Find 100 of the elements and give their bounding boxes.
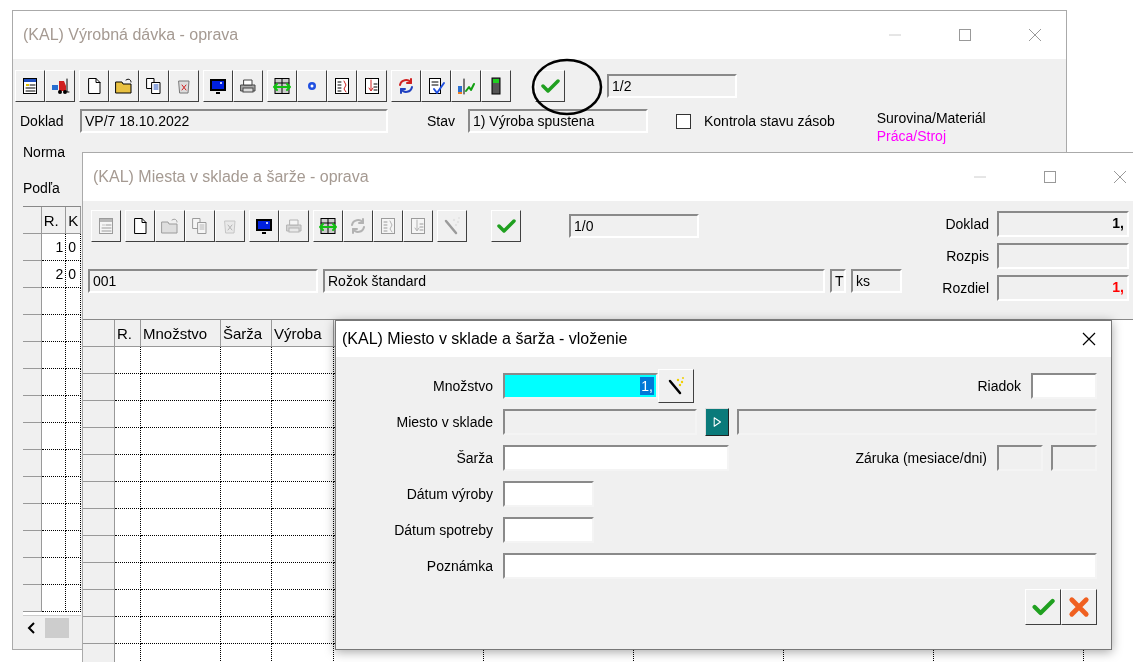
column-header[interactable]: Množstvo bbox=[141, 320, 221, 347]
table-cell bbox=[41, 423, 67, 450]
table-cell bbox=[221, 455, 272, 482]
toolbar-button[interactable] bbox=[421, 70, 451, 102]
toolbar-button[interactable] bbox=[139, 70, 169, 102]
toolbar-button[interactable] bbox=[491, 210, 521, 242]
row-header-cell[interactable] bbox=[23, 342, 42, 369]
warranty-days-field[interactable] bbox=[1051, 444, 1097, 471]
toolbar-button[interactable] bbox=[109, 70, 139, 102]
record-counter: 1/2 bbox=[607, 74, 737, 98]
row-header-cell[interactable] bbox=[23, 477, 42, 504]
row-header-cell[interactable] bbox=[83, 428, 115, 455]
toolbar-button[interactable] bbox=[125, 210, 155, 242]
column-header[interactable]: R. bbox=[41, 207, 67, 234]
expiry-date-field[interactable] bbox=[503, 516, 594, 543]
table-cell bbox=[272, 563, 334, 590]
row-header-cell[interactable] bbox=[23, 288, 42, 315]
toolbar-button[interactable] bbox=[297, 70, 327, 102]
row-header-cell[interactable] bbox=[83, 563, 115, 590]
table-cell bbox=[272, 455, 334, 482]
quantity-field[interactable]: 1, bbox=[503, 372, 658, 399]
batch-field[interactable] bbox=[503, 444, 729, 471]
field-label: Riadok bbox=[977, 377, 1022, 394]
column-header[interactable]: R. bbox=[115, 320, 141, 347]
toolbar-button[interactable] bbox=[535, 70, 565, 102]
row-header-cell[interactable] bbox=[23, 531, 42, 558]
row-header-cell[interactable] bbox=[83, 347, 115, 374]
table-cell bbox=[66, 531, 81, 558]
total-field: 1, bbox=[997, 211, 1129, 237]
field-label: Podľa bbox=[23, 180, 61, 198]
table-cell bbox=[41, 288, 67, 315]
field-label: Stav bbox=[427, 113, 456, 129]
row-header-cell[interactable] bbox=[23, 234, 42, 261]
document-list-icon bbox=[20, 76, 40, 96]
toolbar-button[interactable] bbox=[169, 70, 199, 102]
total-field: 1, bbox=[997, 275, 1129, 301]
table-cell bbox=[41, 531, 67, 558]
toolbar-button[interactable] bbox=[203, 70, 233, 102]
toolbar-button[interactable] bbox=[79, 70, 109, 102]
production-date-field[interactable] bbox=[503, 480, 594, 507]
row-header-cell[interactable] bbox=[83, 374, 115, 401]
row-header-cell[interactable] bbox=[23, 315, 42, 342]
toolbar-button[interactable] bbox=[233, 70, 263, 102]
wand-button[interactable] bbox=[658, 368, 694, 403]
row-field[interactable] bbox=[1031, 372, 1097, 399]
column-header[interactable]: Výroba bbox=[272, 320, 334, 347]
row-header-cell[interactable] bbox=[23, 504, 42, 531]
location-field[interactable] bbox=[503, 408, 697, 435]
row-header-cell[interactable] bbox=[83, 482, 115, 509]
checkbox[interactable] bbox=[676, 113, 691, 129]
row-header-cell[interactable] bbox=[83, 455, 115, 482]
confirm-button[interactable] bbox=[1025, 589, 1061, 625]
status-field[interactable]: 1) Výroba spustena bbox=[468, 109, 648, 133]
toolbar-button[interactable] bbox=[267, 70, 297, 102]
legend-label: Surovina/Materiál bbox=[876, 109, 986, 127]
toolbar-button[interactable] bbox=[45, 70, 75, 102]
row-header-cell[interactable] bbox=[83, 590, 115, 617]
toolbar-button[interactable] bbox=[481, 70, 511, 102]
table-cell bbox=[221, 347, 272, 374]
toolbar-button[interactable] bbox=[15, 70, 45, 102]
row-header-cell[interactable] bbox=[23, 585, 42, 612]
forklift-icon bbox=[50, 76, 70, 96]
toolbar-button[interactable] bbox=[391, 70, 421, 102]
row-header-cell[interactable] bbox=[83, 401, 115, 428]
checkbox-label: Kontrola stavu zásob bbox=[704, 113, 835, 129]
row-header-cell[interactable] bbox=[83, 536, 115, 563]
item-name-field[interactable]: Rožok štandard bbox=[323, 269, 825, 293]
row-header-cell[interactable] bbox=[23, 396, 42, 423]
row-header-cell[interactable] bbox=[23, 423, 42, 450]
table-cell bbox=[272, 374, 334, 401]
note-field[interactable] bbox=[503, 552, 1097, 579]
warranty-months-field[interactable] bbox=[997, 444, 1043, 471]
pick-button[interactable] bbox=[705, 407, 729, 436]
table-cell bbox=[221, 374, 272, 401]
record-counter: 1/0 bbox=[569, 214, 699, 238]
toolbar-button[interactable] bbox=[327, 70, 357, 102]
cancel-button[interactable] bbox=[1061, 589, 1097, 625]
toolbar-button[interactable] bbox=[357, 70, 387, 102]
toolbar-button[interactable] bbox=[313, 210, 343, 242]
toolbar-button[interactable] bbox=[249, 210, 279, 242]
column-header[interactable]: K bbox=[66, 207, 81, 234]
document-field[interactable]: VP/7 18.10.2022 bbox=[80, 109, 388, 133]
row-header-cell[interactable] bbox=[23, 450, 42, 477]
row-header-cell[interactable] bbox=[23, 369, 42, 396]
monitor-icon bbox=[254, 216, 274, 236]
item-type-field[interactable]: T bbox=[830, 269, 846, 293]
unit-field[interactable]: ks bbox=[851, 269, 902, 293]
row-header-cell[interactable] bbox=[23, 261, 42, 288]
table-cell bbox=[115, 563, 141, 590]
table-cell bbox=[272, 347, 334, 374]
item-code-field[interactable]: 001 bbox=[88, 269, 318, 293]
row-header-cell[interactable] bbox=[83, 617, 115, 644]
row-header-cell[interactable] bbox=[23, 558, 42, 585]
table-cell bbox=[115, 590, 141, 617]
scroll-left-icon[interactable] bbox=[27, 622, 37, 634]
location-name-field[interactable] bbox=[737, 408, 1097, 435]
table-cell bbox=[41, 396, 67, 423]
row-header-cell[interactable] bbox=[83, 509, 115, 536]
column-header[interactable]: Šarža bbox=[221, 320, 272, 347]
toolbar-button[interactable] bbox=[451, 70, 481, 102]
